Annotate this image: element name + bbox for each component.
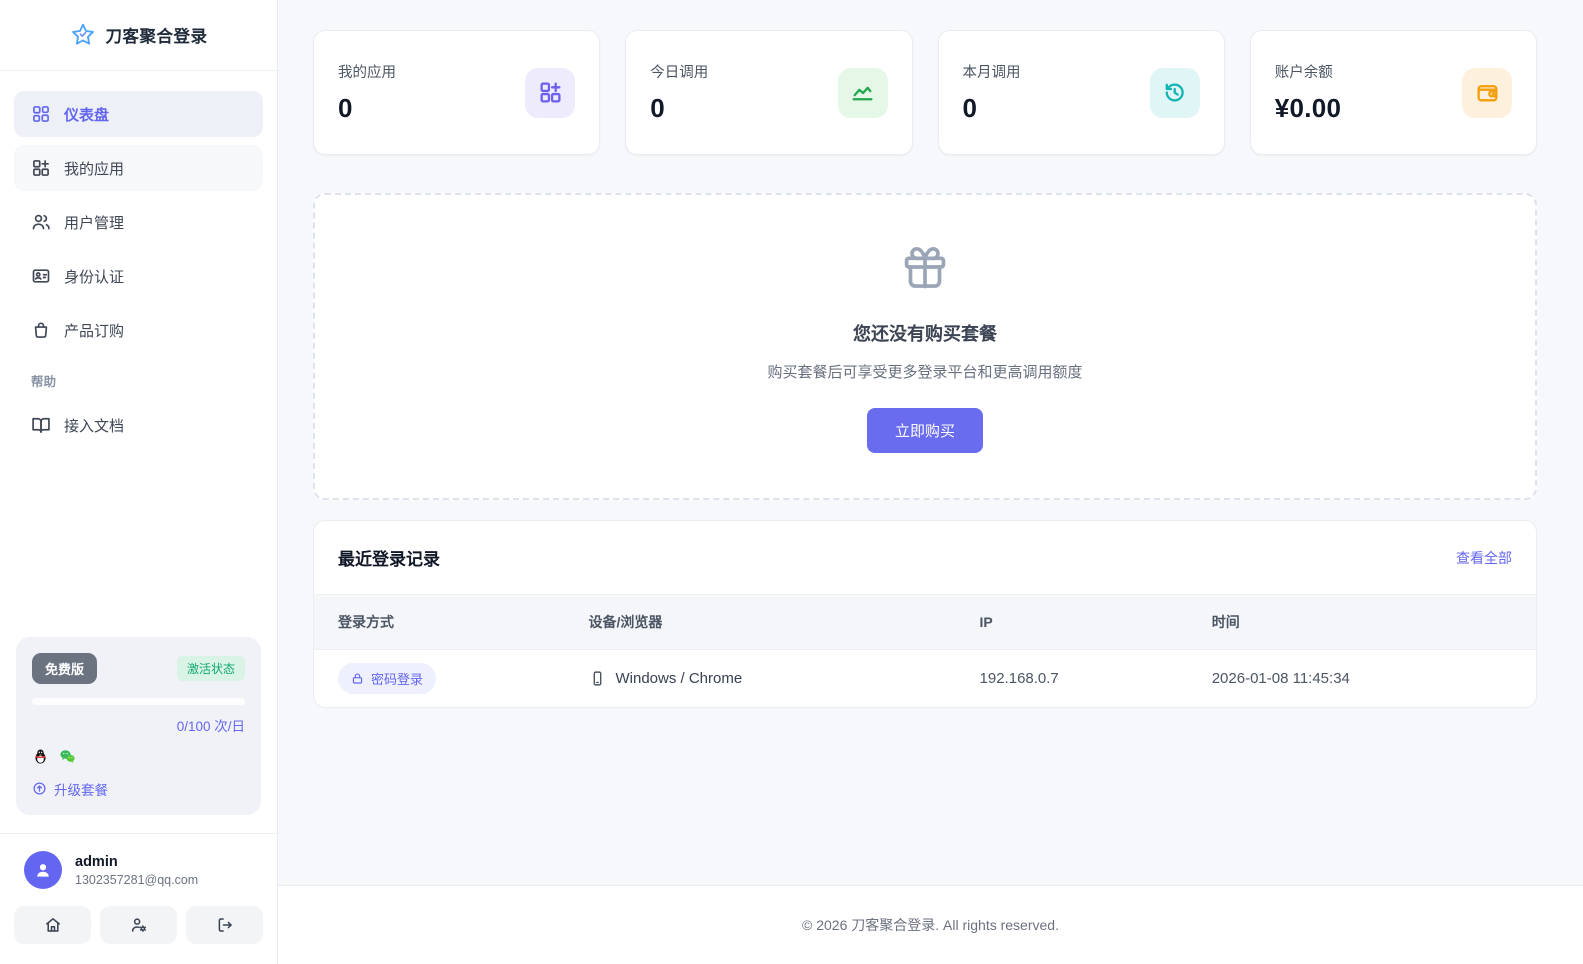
stat-value: 0 xyxy=(338,93,353,123)
stat-value: ¥0.00 xyxy=(1274,93,1342,123)
user-email: 1302357281@qq.com xyxy=(75,872,199,887)
footer: © 2026 刀客聚合登录. All rights reserved. xyxy=(278,885,1583,964)
table-row: 密码登录 Windows / Chrome 192.168.0.7 2026-0… xyxy=(314,650,1536,708)
user-section: admin 1302357281@qq.com xyxy=(0,833,277,906)
column-header-ip: IP xyxy=(955,594,1188,650)
users-icon xyxy=(32,214,50,230)
apps-plus-icon xyxy=(33,160,49,176)
user-info: admin 1302357281@qq.com xyxy=(75,854,198,887)
logout-icon xyxy=(218,918,232,932)
sidebar-item-dashboard[interactable]: 仪表盘 xyxy=(14,91,263,137)
upgrade-plan-label: 升级套餐 xyxy=(54,782,108,798)
wallet-icon xyxy=(1477,85,1497,102)
stat-label: 账户余额 xyxy=(1274,65,1333,81)
stat-label: 我的应用 xyxy=(338,65,396,81)
login-method-label: 密码登录 xyxy=(371,672,424,687)
history-icon xyxy=(1165,83,1184,102)
column-header-method: 登录方式 xyxy=(314,594,565,650)
stat-value: 0 xyxy=(650,93,666,123)
app-title: 刀客聚合登录 xyxy=(105,28,208,46)
stat-card-today-calls: 今日调用 0 xyxy=(625,30,913,155)
sidebar-item-my-apps[interactable]: 我的应用 xyxy=(14,145,263,191)
buy-now-button[interactable]: 立即购买 xyxy=(866,407,983,453)
logo: 刀客聚合登录 xyxy=(0,0,277,71)
stats-grid: 我的应用 0 今日调用 0 本月调用 0 账户余额 ¥0.00 xyxy=(313,30,1537,155)
user-name: admin xyxy=(75,853,118,870)
user-gear-icon xyxy=(131,918,146,932)
sidebar-nav: 仪表盘 我的应用 用户管理 身份认证 产品订购 帮助 接入文档 xyxy=(0,71,277,456)
qq-icon xyxy=(35,749,46,764)
column-header-time: 时间 xyxy=(1187,594,1536,650)
avatar[interactable] xyxy=(24,851,62,889)
mobile-icon xyxy=(593,671,601,686)
logout-button[interactable] xyxy=(186,906,263,944)
recent-logins-card: 最近登录记录 查看全部 登录方式 设备/浏览器 IP 时间 密码登录 Windo… xyxy=(313,520,1537,708)
copyright-text: © 2026 刀客聚合登录. All rights reserved. xyxy=(802,917,1059,933)
recent-logins-title: 最近登录记录 xyxy=(338,550,440,569)
device-cell: Windows / Chrome xyxy=(589,670,932,687)
sidebar-item-label: 产品订购 xyxy=(64,322,125,340)
chart-line-icon xyxy=(852,86,873,101)
gift-icon xyxy=(904,246,946,288)
sidebar-item-product-order[interactable]: 产品订购 xyxy=(14,307,263,353)
home-button[interactable] xyxy=(14,906,91,944)
recent-logins-table: 登录方式 设备/浏览器 IP 时间 密码登录 Windows / Chrome … xyxy=(314,594,1536,707)
sidebar-item-label: 仪表盘 xyxy=(64,106,110,124)
no-plan-panel: 您还没有购买套餐 购买套餐后可享受更多登录平台和更高调用额度 立即购买 xyxy=(313,193,1537,500)
no-plan-subtitle: 购买套餐后可享受更多登录平台和更高调用额度 xyxy=(767,363,1083,381)
column-header-device: 设备/浏览器 xyxy=(564,594,956,650)
sidebar-item-label: 用户管理 xyxy=(64,214,125,232)
stat-card-my-apps: 我的应用 0 xyxy=(313,30,601,155)
shopping-bag-icon xyxy=(34,322,48,338)
sidebar-item-label: 接入文档 xyxy=(64,417,125,435)
device-label: Windows / Chrome xyxy=(615,670,743,687)
sidebar-item-user-management[interactable]: 用户管理 xyxy=(14,199,263,245)
apps-plus-icon xyxy=(540,82,561,103)
plan-card: 免费版 激活状态 0/100 次/日 升级套餐 xyxy=(16,636,261,815)
stat-label: 今日调用 xyxy=(650,65,709,81)
quota-progress-bar xyxy=(32,697,245,705)
lock-icon xyxy=(352,673,363,684)
stat-card-month-calls: 本月调用 0 xyxy=(937,30,1225,155)
platform-icons xyxy=(32,748,245,765)
stat-value: 0 xyxy=(962,93,978,123)
plan-status-badge: 激活状态 xyxy=(176,655,245,681)
sidebar-item-label: 身份认证 xyxy=(64,268,125,286)
main-content: 我的应用 0 今日调用 0 本月调用 0 账户余额 ¥0.00 您还没有购买套餐… xyxy=(278,0,1583,885)
help-section-label: 帮助 xyxy=(31,375,57,389)
user-icon xyxy=(37,864,49,877)
home-icon xyxy=(45,918,60,932)
id-card-icon xyxy=(32,269,50,283)
plan-name-badge: 免费版 xyxy=(32,652,98,684)
book-open-icon xyxy=(32,417,50,433)
wechat-icon xyxy=(60,749,75,763)
sidebar-item-docs[interactable]: 接入文档 xyxy=(14,402,263,448)
dashboard-icon xyxy=(33,106,49,122)
upgrade-plan-link[interactable]: 升级套餐 xyxy=(32,779,108,799)
sidebar-item-identity[interactable]: 身份认证 xyxy=(14,253,263,299)
view-all-link[interactable]: 查看全部 xyxy=(1456,548,1512,568)
sidebar: 刀客聚合登录 仪表盘 我的应用 用户管理 身份认证 产品订购 帮助 接入文档 免… xyxy=(0,0,278,964)
time-cell: 2026-01-08 11:45:34 xyxy=(1211,670,1350,687)
main-area: 我的应用 0 今日调用 0 本月调用 0 账户余额 ¥0.00 您还没有购买套餐… xyxy=(278,0,1583,964)
ip-cell: 192.168.0.7 xyxy=(979,670,1059,687)
app-root: 刀客聚合登录 仪表盘 我的应用 用户管理 身份认证 产品订购 帮助 接入文档 免… xyxy=(0,0,1583,964)
no-plan-title: 您还没有购买套餐 xyxy=(853,323,997,344)
sidebar-item-label: 我的应用 xyxy=(64,160,125,178)
stat-card-balance: 账户余额 ¥0.00 xyxy=(1249,30,1537,155)
star-logo-icon xyxy=(71,23,94,45)
quota-text: 0/100 次/日 xyxy=(176,718,245,734)
login-method-badge: 密码登录 xyxy=(338,663,437,694)
account-settings-button[interactable] xyxy=(100,906,177,944)
sidebar-actions xyxy=(0,906,277,964)
stat-label: 本月调用 xyxy=(962,65,1021,81)
circle-up-arrow-icon xyxy=(33,782,46,795)
